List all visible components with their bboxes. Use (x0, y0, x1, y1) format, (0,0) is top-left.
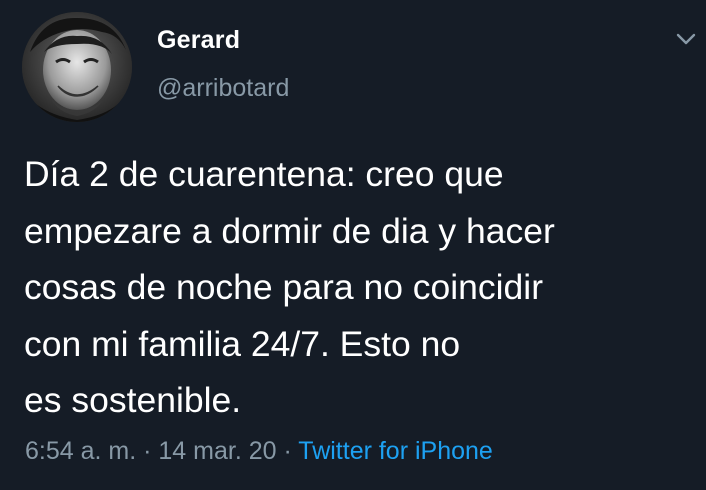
tweet-text-line: Día 2 de cuarentena: creo que (24, 154, 504, 194)
tweet-date[interactable]: 14 mar. 20 (158, 437, 276, 465)
tweet-text-line: con mi familia 24/7. Esto no (24, 323, 461, 364)
avatar[interactable] (22, 12, 132, 122)
tweet-card: Gerard @arribotard Día 2 de cuarentena: … (0, 0, 706, 490)
tweet-text-line: cosas de noche para no coincidir (24, 267, 544, 307)
more-options-button[interactable] (672, 28, 700, 50)
chevron-down-icon (676, 33, 696, 45)
user-handle[interactable]: @arribotard (157, 74, 289, 103)
meta-separator: · (276, 437, 299, 465)
tweet-source-link[interactable]: Twitter for iPhone (298, 437, 493, 465)
display-name[interactable]: Gerard (157, 26, 240, 55)
tweet-meta: 6:54 a. m. · 14 mar. 20 · Twitter for iP… (25, 437, 493, 466)
meta-separator: · (136, 437, 159, 465)
tweet-time[interactable]: 6:54 a. m. (25, 437, 136, 465)
tweet-text-line: es sostenible. (24, 380, 242, 420)
tweet-text: Día 2 de cuarentena: creo que empezare a… (24, 146, 692, 429)
tweet-text-line: empezare a dormir de dia y hacer (24, 210, 555, 251)
profile-photo-icon (22, 12, 132, 122)
